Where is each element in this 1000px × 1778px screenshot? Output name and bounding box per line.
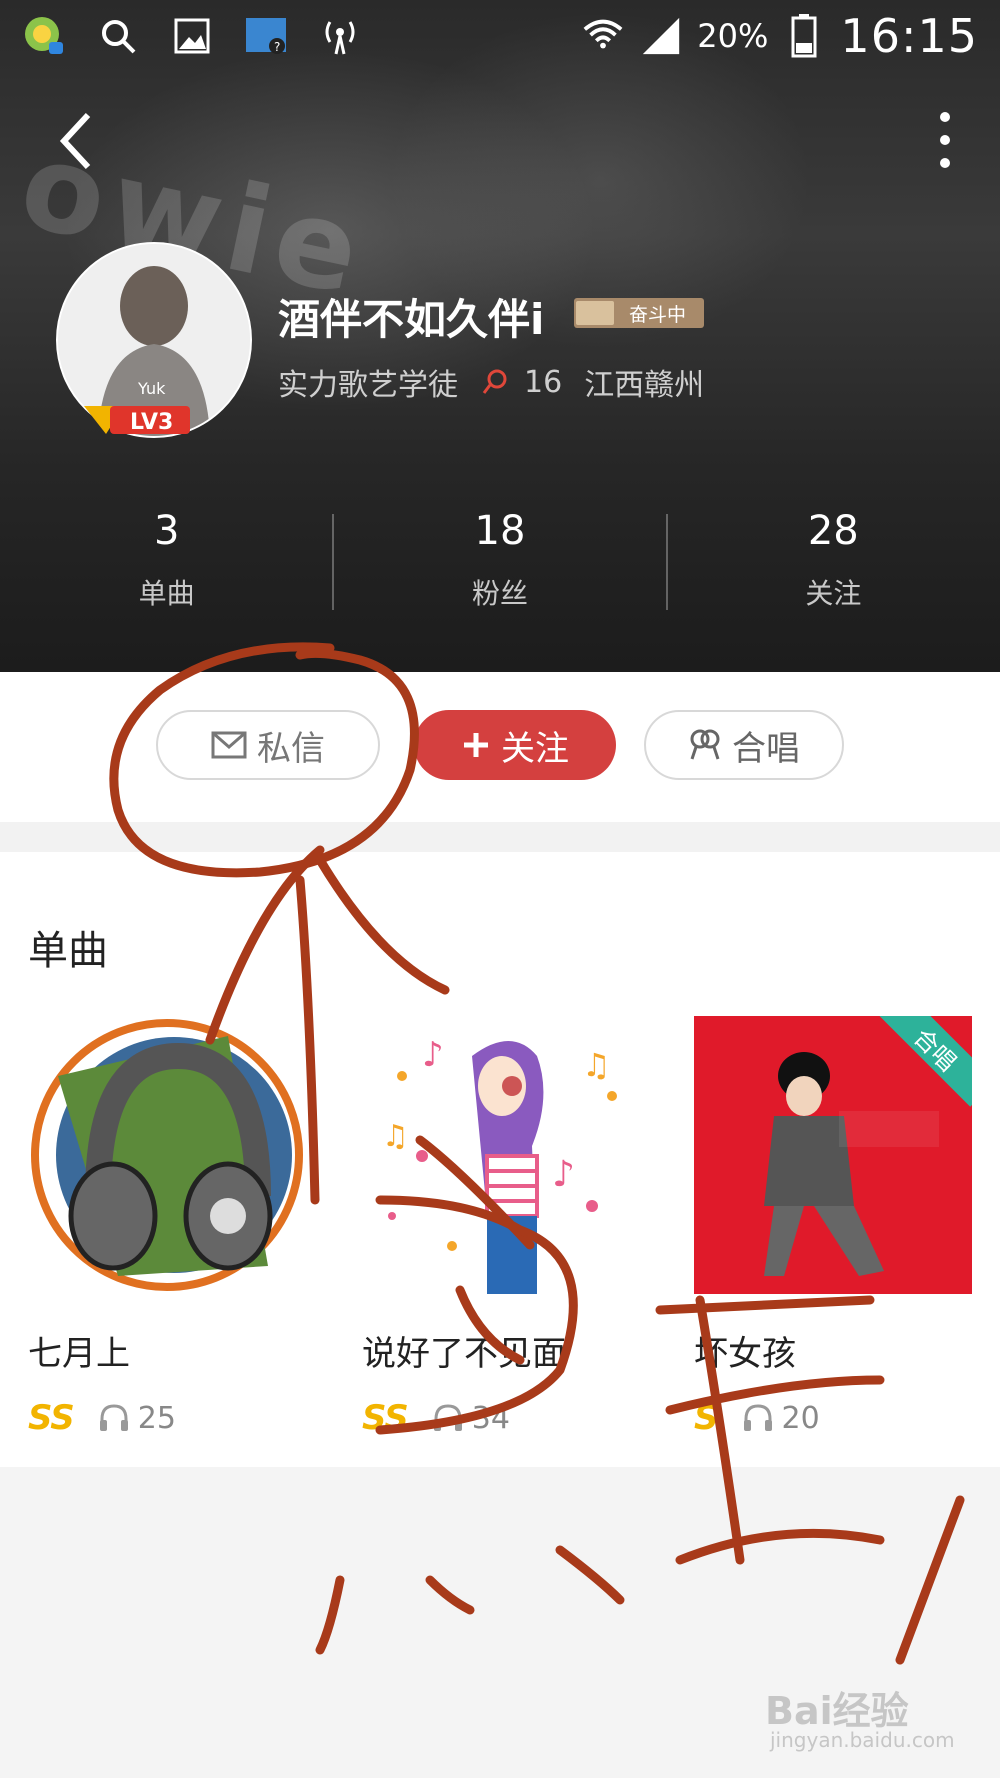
app-notification-icon xyxy=(22,14,66,58)
section-title: 单曲 xyxy=(28,928,108,974)
book-icon xyxy=(576,301,614,325)
message-button-label: 私信 xyxy=(257,728,325,769)
mail-icon xyxy=(211,731,247,759)
song-card[interactable]: ♪ ♫ ♪ ♫ 说好了不见面 SS 34 xyxy=(362,1016,640,1439)
stat-singles[interactable]: 3 单曲 xyxy=(0,500,333,620)
section-separator xyxy=(0,822,1000,852)
stat-fans[interactable]: 18 粉丝 xyxy=(333,500,666,620)
chorus-button-label: 合唱 xyxy=(732,728,800,769)
profile-stats: 3 单曲 18 粉丝 28 关注 xyxy=(0,500,1000,620)
baidu-watermark-url: jingyan.baidu.com xyxy=(770,1728,955,1752)
clock: 16:15 xyxy=(840,9,978,63)
chorus-microphone-icon xyxy=(690,729,720,760)
rank-badge-label: 奋斗中 xyxy=(628,303,686,326)
headphones-icon xyxy=(743,1404,772,1431)
song-cover[interactable]: 合唱 xyxy=(694,1016,972,1294)
nickname: 酒伴不如久伴i xyxy=(278,295,545,344)
profile-header: owie ? 20% 16:15 Yuk LV3 酒伴不如久伴i 奋斗中 实力歌… xyxy=(0,0,1000,672)
battery-percentage: 20% xyxy=(697,17,769,55)
location: 江西赣州 xyxy=(584,368,705,403)
svg-text:LV3: LV3 xyxy=(130,410,173,435)
chevron-left-icon xyxy=(59,112,91,170)
follow-button[interactable]: 关注 xyxy=(414,710,616,780)
song-cover[interactable] xyxy=(28,1016,306,1294)
network-monitor-icon: ? xyxy=(244,14,288,58)
quality-badge: S xyxy=(694,1398,718,1438)
headphones-icon xyxy=(433,1404,462,1431)
more-options-button[interactable] xyxy=(925,105,965,175)
song-card[interactable]: 七月上 SS 25 xyxy=(28,1016,306,1439)
song-meta: SS 34 xyxy=(362,1397,640,1439)
song-meta: S 20 xyxy=(694,1397,972,1439)
battery-icon xyxy=(782,14,826,58)
play-count: 20 xyxy=(781,1400,820,1436)
play-count: 34 xyxy=(471,1400,510,1436)
stat-value: 3 xyxy=(153,508,180,554)
svg-text:♪: ♪ xyxy=(552,1154,575,1195)
action-bar: 私信 关注 合唱 xyxy=(0,672,1000,822)
song-title: 说好了不见面 xyxy=(362,1334,566,1374)
signal-icon xyxy=(639,14,683,58)
quality-badge: SS xyxy=(28,1398,75,1438)
back-button[interactable] xyxy=(52,105,112,175)
rank-badge: 奋斗中 xyxy=(574,298,704,328)
stat-value: 28 xyxy=(807,508,859,554)
svg-text:♪: ♪ xyxy=(422,1035,444,1075)
svg-text:?: ? xyxy=(274,40,280,54)
hotspot-icon xyxy=(318,14,362,58)
wifi-icon xyxy=(581,14,625,58)
gallery-icon xyxy=(170,14,214,58)
song-title: 坏女孩 xyxy=(694,1334,796,1374)
stat-label: 关注 xyxy=(805,577,862,610)
song-title: 七月上 xyxy=(28,1334,130,1374)
message-button[interactable]: 私信 xyxy=(156,710,380,780)
quality-badge: SS xyxy=(362,1398,409,1438)
follow-button-label: 关注 xyxy=(501,728,569,769)
status-bar: ? 20% 16:15 xyxy=(0,0,1000,72)
svg-text:♫: ♫ xyxy=(382,1119,409,1154)
stat-following[interactable]: 28 关注 xyxy=(667,500,1000,620)
singles-section: 单曲 七月上 SS 25 ♪ ♫ ♪ ♫ 说好了不见面 SS 34 合唱 坏女孩… xyxy=(0,852,1000,1467)
stat-label: 单曲 xyxy=(138,577,195,610)
more-vertical-icon xyxy=(940,112,950,168)
stat-value: 18 xyxy=(474,508,526,554)
song-meta: SS 25 xyxy=(28,1397,306,1439)
singer-title: 实力歌艺学徒 xyxy=(278,368,458,403)
song-cover[interactable]: ♪ ♫ ♪ ♫ xyxy=(362,1016,640,1294)
flower-icon xyxy=(482,369,507,394)
profile-meta: 实力歌艺学徒 16 江西赣州 xyxy=(278,360,704,404)
plus-icon xyxy=(464,733,488,757)
headphones-icon xyxy=(99,1404,128,1431)
flower-count: 16 xyxy=(524,364,563,400)
svg-text:Yuk: Yuk xyxy=(137,379,166,398)
stat-label: 粉丝 xyxy=(471,577,528,610)
level-badge: LV3 xyxy=(84,402,192,436)
song-card[interactable]: 合唱 坏女孩 S 20 xyxy=(694,1016,972,1439)
stat-divider xyxy=(332,514,334,610)
stat-divider xyxy=(666,514,668,610)
svg-text:♫: ♫ xyxy=(582,1046,611,1084)
search-icon xyxy=(96,14,140,58)
baidu-watermark: Bai经验 xyxy=(765,1689,909,1733)
play-count: 25 xyxy=(137,1400,176,1436)
chorus-button[interactable]: 合唱 xyxy=(644,710,844,780)
